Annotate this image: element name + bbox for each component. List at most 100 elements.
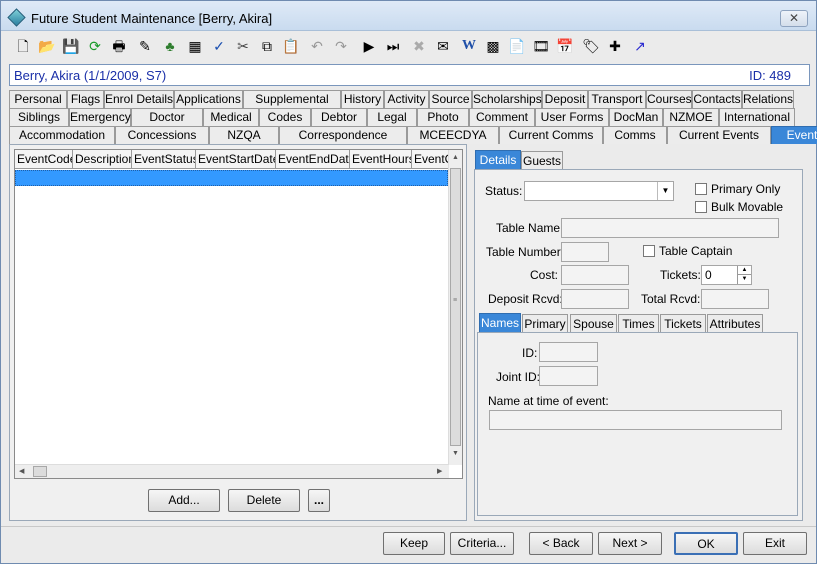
chevron-down-icon[interactable]: ▼ <box>657 182 673 200</box>
tag-icon[interactable]: 🏷 <box>581 35 601 57</box>
tab-photo[interactable]: Photo <box>417 108 469 126</box>
criteria-button[interactable]: Criteria... <box>450 532 514 555</box>
column-header-eventstatus[interactable]: EventStatus <box>132 150 196 169</box>
horizontal-scrollbar[interactable]: ◀ ▶ <box>15 464 449 478</box>
tab-international[interactable]: International <box>719 108 795 126</box>
tab-guests[interactable]: Guests <box>521 151 563 170</box>
redo-icon[interactable]: ↷ <box>331 35 351 57</box>
bulk-movable-checkbox[interactable] <box>695 201 707 213</box>
total-field[interactable] <box>701 289 769 309</box>
deposit-field[interactable] <box>561 289 629 309</box>
arrow-icon[interactable]: ↗ <box>630 35 650 57</box>
tab-details[interactable]: Details <box>475 150 521 169</box>
film-icon[interactable]: 🎞 <box>531 35 551 57</box>
tab-history[interactable]: History <box>341 90 384 108</box>
table-row[interactable] <box>15 170 448 186</box>
cut-icon[interactable]: ✂ <box>233 35 253 57</box>
grid-icon[interactable]: ▩ <box>483 35 503 57</box>
copy-icon[interactable]: ⧉ <box>257 35 277 57</box>
tickets-stepper[interactable]: 0 ▲ ▼ <box>701 265 752 285</box>
new-document-icon[interactable]: 🗋 <box>13 35 33 57</box>
print-icon[interactable]: 🖶 <box>109 35 129 57</box>
more-button[interactable]: ... <box>308 489 330 512</box>
add-note-icon[interactable]: ✚ <box>605 35 625 57</box>
tab-doctor[interactable]: Doctor <box>131 108 203 126</box>
tab-personal[interactable]: Personal <box>9 90 67 108</box>
tab-comment[interactable]: Comment <box>469 108 535 126</box>
tab-medical[interactable]: Medical <box>203 108 259 126</box>
tab-legal[interactable]: Legal <box>367 108 417 126</box>
delete-button[interactable]: Delete <box>228 489 300 512</box>
tab-docman[interactable]: DocMan <box>609 108 663 126</box>
tab-current-events[interactable]: Current Events <box>667 126 771 144</box>
tab-contacts[interactable]: Contacts <box>692 90 742 108</box>
undo-icon[interactable]: ↶ <box>307 35 327 57</box>
scroll-right-icon[interactable]: ▶ <box>437 468 442 476</box>
tab-concessions[interactable]: Concessions <box>115 126 209 144</box>
tab-scholarships[interactable]: Scholarships <box>472 90 542 108</box>
tab-supplemental[interactable]: Supplemental <box>243 90 341 108</box>
stepper-down-icon[interactable]: ▼ <box>737 275 751 284</box>
tab-accommodation[interactable]: Accommodation <box>9 126 115 144</box>
tab-correspondence[interactable]: Correspondence <box>279 126 407 144</box>
column-header-eventenddate[interactable]: EventEndDate <box>276 150 350 169</box>
tab-deposit[interactable]: Deposit <box>542 90 588 108</box>
tab-emergency[interactable]: Emergency <box>69 108 131 126</box>
tab-flags[interactable]: Flags <box>67 90 104 108</box>
keep-button[interactable]: Keep <box>383 532 445 555</box>
column-header-eventhours[interactable]: EventHours <box>350 150 412 169</box>
tab-mceecdya[interactable]: MCEECDYA <box>407 126 499 144</box>
column-header-eventstartdate[interactable]: EventStartDate <box>196 150 276 169</box>
close-button[interactable]: ✕ <box>780 10 808 27</box>
play-last-icon[interactable]: ⏭ <box>383 35 403 57</box>
scroll-up-icon[interactable]: ▲ <box>452 154 459 162</box>
back-button[interactable]: < Back <box>529 532 593 555</box>
table-name-field[interactable] <box>561 218 779 238</box>
status-select[interactable]: ▼ <box>524 181 674 201</box>
add-button[interactable]: Add... <box>148 489 220 512</box>
word-icon[interactable]: W <box>459 35 479 57</box>
tree-icon[interactable]: ♣ <box>160 35 180 57</box>
tab-source[interactable]: Source <box>429 90 472 108</box>
tab-debtor[interactable]: Debtor <box>311 108 367 126</box>
exit-button[interactable]: Exit <box>743 532 807 555</box>
edit-icon[interactable]: ✎ <box>135 35 155 57</box>
tab-transport[interactable]: Transport <box>588 90 646 108</box>
vertical-scrollbar[interactable]: ▲ ≡ ▼ <box>448 150 462 465</box>
delete-icon[interactable]: ✖ <box>409 35 429 57</box>
tab-nzmoe[interactable]: NZMOE <box>663 108 719 126</box>
column-header-description[interactable]: Description <box>73 150 132 169</box>
scroll-left-icon[interactable]: ◀ <box>19 468 24 476</box>
tab-tickets[interactable]: Tickets <box>660 314 706 333</box>
play-next-icon[interactable]: ▶ <box>359 35 379 57</box>
spellcheck-icon[interactable]: ✓ <box>209 35 229 57</box>
tab-relations[interactable]: Relations <box>742 90 794 108</box>
events-grid[interactable]: EventCode Description EventStatus EventStar… <box>14 149 463 479</box>
name-at-time-field[interactable] <box>489 410 782 430</box>
scroll-thumb[interactable]: ≡ <box>450 168 461 446</box>
tab-times[interactable]: Times <box>618 314 659 333</box>
tab-user-forms[interactable]: User Forms <box>535 108 609 126</box>
hscroll-thumb[interactable] <box>33 466 47 477</box>
tab-codes[interactable]: Codes <box>259 108 311 126</box>
tab-applications[interactable]: Applications <box>174 90 243 108</box>
table-captain-checkbox[interactable] <box>643 245 655 257</box>
tab-names[interactable]: Names <box>479 313 521 332</box>
tab-nzqa[interactable]: NZQA <box>209 126 279 144</box>
scroll-down-icon[interactable]: ▼ <box>452 450 459 458</box>
email-icon[interactable]: ✉ <box>433 35 453 57</box>
tab-courses[interactable]: Courses <box>646 90 692 108</box>
tab-attributes[interactable]: Attributes <box>707 314 763 333</box>
save-icon[interactable]: 💾 <box>61 35 81 57</box>
cost-field[interactable] <box>561 265 629 285</box>
primary-only-checkbox[interactable] <box>695 183 707 195</box>
column-header-eventcode[interactable]: EventCode <box>15 150 73 169</box>
stepper-up-icon[interactable]: ▲ <box>737 266 751 275</box>
ok-button[interactable]: OK <box>674 532 738 555</box>
open-folder-icon[interactable]: 📂 <box>37 35 57 57</box>
tab-events[interactable]: Events <box>771 126 817 144</box>
tab-primary[interactable]: Primary <box>522 314 568 333</box>
tab-comms[interactable]: Comms <box>603 126 667 144</box>
next-button[interactable]: Next > <box>598 532 662 555</box>
tab-enrol-details[interactable]: Enrol Details <box>104 90 174 108</box>
